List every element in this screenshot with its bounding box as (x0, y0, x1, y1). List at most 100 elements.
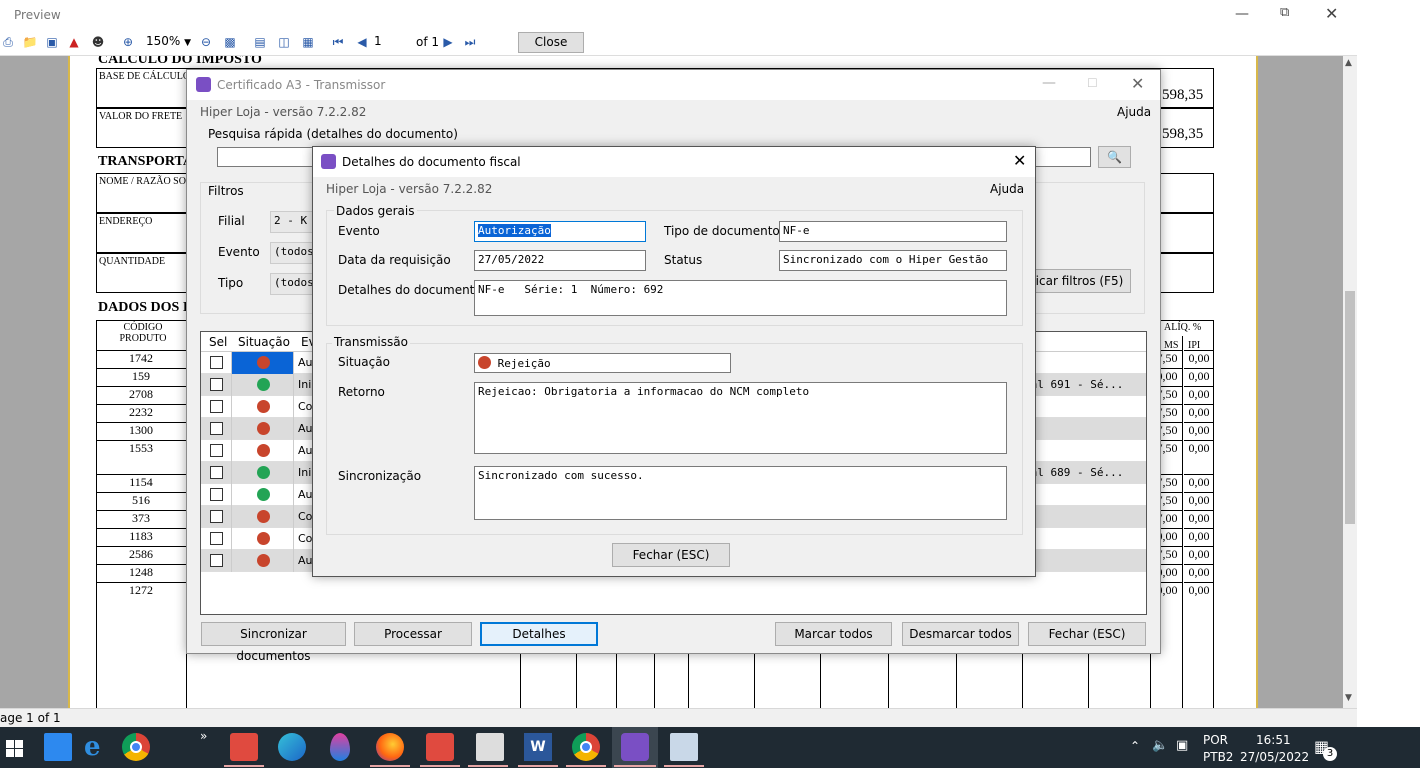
zoom-select[interactable]: 150% ▼ (146, 34, 192, 52)
data-requisicao-field[interactable]: 27/05/2022 (474, 250, 646, 271)
network-icon[interactable]: ▣ (1176, 738, 1188, 753)
running-indicator (224, 765, 264, 767)
evento-field[interactable]: Autorização (474, 221, 646, 242)
chrome-icon[interactable] (122, 733, 150, 761)
internet-explorer-icon[interactable]: e (84, 733, 112, 761)
language-indicator[interactable]: POR (1203, 733, 1228, 747)
two-pages-icon[interactable]: ◫ (276, 34, 292, 50)
desktop-app-icon[interactable] (44, 733, 72, 761)
drop-app-icon[interactable] (330, 733, 350, 761)
network-app-icon[interactable] (476, 733, 504, 761)
tipo-doc-field[interactable]: NF-e (779, 221, 1007, 242)
prev-page-icon[interactable]: ◀ (354, 34, 370, 50)
search-button[interactable]: 🔍 (1098, 146, 1131, 168)
situacao-field[interactable]: Rejeição (474, 353, 731, 373)
find-icon[interactable]: ☻ (90, 34, 106, 50)
single-page-icon[interactable]: ▤ (252, 34, 268, 50)
detalhes-doc-field[interactable]: NF-e Série: 1 Número: 692 (474, 280, 1007, 316)
sync-documents-button[interactable]: Sincronizar documentos (201, 622, 346, 663)
ipi-value-cell: 0,00 (1184, 422, 1214, 440)
situacao-cell[interactable] (231, 396, 294, 418)
row-checkbox[interactable] (210, 400, 223, 413)
hiper-app-icon-2[interactable] (426, 733, 454, 761)
open-icon[interactable]: 📁 (22, 34, 38, 50)
situacao-cell[interactable] (231, 418, 294, 440)
zoom-in-icon[interactable]: ⊕ (120, 34, 136, 50)
situacao-cell[interactable] (231, 528, 294, 550)
retorno-field[interactable]: Rejeicao: Obrigatoria a informacao do NC… (474, 382, 1007, 454)
details-button[interactable]: Detalhes (480, 622, 598, 646)
first-page-icon[interactable]: ⏮ (330, 34, 346, 50)
edge-icon[interactable] (278, 733, 306, 761)
volume-icon[interactable]: 🔈 (1152, 738, 1168, 753)
windows-start-icon[interactable] (6, 740, 23, 757)
chrome-icon-2[interactable] (572, 733, 600, 761)
situacao-cell[interactable] (231, 484, 294, 506)
running-indicator (664, 765, 704, 767)
col-situacao-header[interactable]: Situação (238, 335, 290, 349)
last-page-icon[interactable]: ⏭ (462, 34, 478, 50)
taskbar: e » W ⌃ 🔈 ▣ POR PTB2 16:51 27/05/2022 ▦ … (0, 727, 1420, 768)
situacao-cell[interactable] (231, 550, 294, 572)
firefox-icon[interactable] (376, 733, 404, 761)
status-field[interactable]: Sincronizado com o Hiper Gestão (779, 250, 1007, 271)
scroll-down-icon[interactable]: ▼ (1345, 693, 1352, 703)
col-sel-header[interactable]: Sel (209, 335, 227, 349)
unmark-all-button[interactable]: Desmarcar todos (902, 622, 1019, 646)
zoom-out-icon[interactable]: ⊖ (198, 34, 214, 50)
row-checkbox[interactable] (210, 488, 223, 501)
situacao-cell[interactable] (231, 506, 294, 528)
evento-cell: Ini (298, 466, 312, 479)
row-checkbox[interactable] (210, 532, 223, 545)
scrollbar-thumb[interactable] (1345, 291, 1355, 524)
row-checkbox[interactable] (210, 356, 223, 369)
certificado-app-icon[interactable] (621, 733, 649, 761)
thumbnails-icon[interactable]: ▦ (300, 34, 316, 50)
scroll-up-icon[interactable]: ▲ (1345, 58, 1352, 68)
details-window: Detalhes do documento fiscal ✕ Hiper Loj… (312, 146, 1036, 577)
overflow-icon[interactable]: » (200, 729, 207, 743)
mark-all-button[interactable]: Marcar todos (775, 622, 892, 646)
close-icon[interactable]: ✕ (1325, 4, 1338, 23)
save-icon[interactable]: ▣ (44, 34, 60, 50)
row-checkbox[interactable] (210, 422, 223, 435)
row-checkbox[interactable] (210, 378, 223, 391)
details-help-link[interactable]: Ajuda (990, 182, 1024, 196)
tipo-doc-label: Tipo de documento (664, 224, 780, 238)
process-button[interactable]: Processar (354, 622, 472, 646)
transmissor-title: Certificado A3 - Transmissor (217, 78, 386, 92)
row-checkbox[interactable] (210, 466, 223, 479)
vertical-scrollbar[interactable]: ▲ ▼ (1343, 56, 1357, 708)
pdf-icon[interactable]: ▲ (66, 34, 82, 50)
situacao-cell[interactable] (231, 440, 294, 462)
minimize-icon[interactable]: — (1042, 75, 1056, 91)
clock-date[interactable]: 27/05/2022 (1240, 750, 1309, 764)
word-icon[interactable]: W (524, 733, 552, 761)
product-code-cell: 1300 (96, 422, 186, 440)
tool-app-icon[interactable] (670, 733, 698, 761)
row-checkbox[interactable] (210, 554, 223, 567)
close-icon[interactable]: ✕ (1131, 74, 1144, 93)
sincronizacao-field[interactable]: Sincronizado com sucesso. (474, 466, 1007, 520)
print-icon[interactable]: ⎙ (0, 34, 16, 50)
situacao-cell[interactable] (231, 374, 294, 396)
situacao-cell[interactable] (231, 352, 294, 374)
close-icon[interactable]: ✕ (1013, 151, 1026, 170)
chevron-up-icon[interactable]: ⌃ (1130, 739, 1140, 753)
maximize-icon[interactable]: ☐ (1087, 76, 1098, 90)
restore-icon[interactable]: ⧉ (1280, 5, 1289, 20)
minimize-icon[interactable]: — (1235, 6, 1249, 22)
next-page-icon[interactable]: ▶ (440, 34, 456, 50)
clock-time[interactable]: 16:51 (1256, 733, 1291, 747)
main-close-button[interactable]: Fechar (ESC) (1028, 622, 1146, 646)
preview-close-button[interactable]: Close (518, 32, 584, 53)
keyboard-layout[interactable]: PTB2 (1203, 750, 1233, 764)
situacao-cell[interactable] (231, 462, 294, 484)
details-close-button[interactable]: Fechar (ESC) (612, 543, 730, 567)
row-checkbox[interactable] (210, 444, 223, 457)
fit-page-icon[interactable]: ▩ (222, 34, 238, 50)
row-checkbox[interactable] (210, 510, 223, 523)
page-number-input[interactable]: 1 (372, 34, 410, 50)
help-link[interactable]: Ajuda (1117, 105, 1151, 119)
hiper-app-icon[interactable] (230, 733, 258, 761)
